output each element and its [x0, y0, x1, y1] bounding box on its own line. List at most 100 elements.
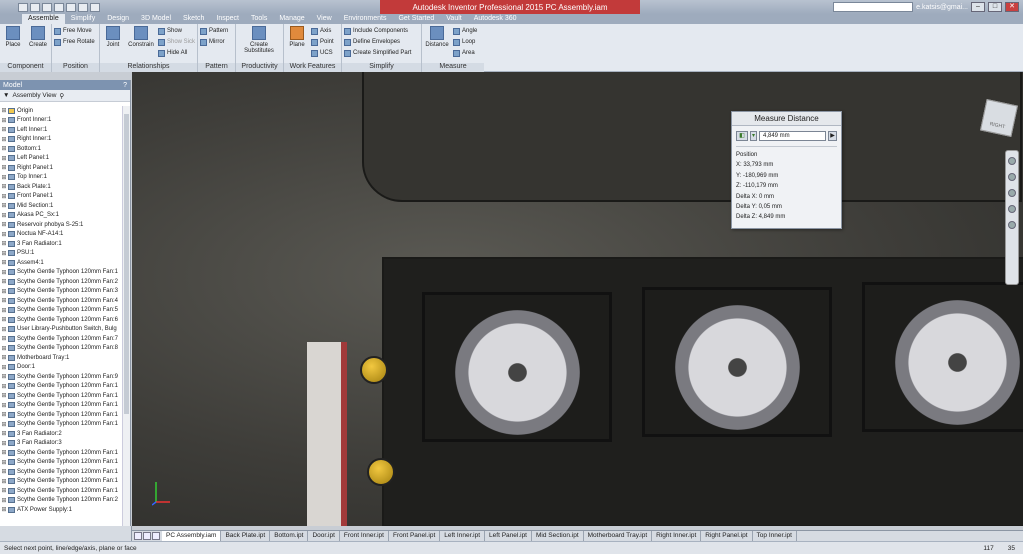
expand-icon[interactable]: ⊞	[0, 269, 8, 276]
tree-item[interactable]: ⊞ Scythe Gentle Typhoon 120mm Fan:1	[0, 268, 122, 278]
save-icon[interactable]	[42, 2, 52, 12]
new-icon[interactable]	[18, 2, 28, 12]
steering-wheel-icon[interactable]	[1008, 157, 1016, 165]
document-tab[interactable]: Left Inner.ipt	[440, 531, 486, 541]
mirror-button[interactable]: Mirror	[200, 37, 228, 47]
tab-get-started[interactable]: Get Started	[392, 14, 440, 24]
tree-item[interactable]: ⊞ Scythe Gentle Typhoon 120mm Fan:5	[0, 306, 122, 316]
tree-item[interactable]: ⊞ Scythe Gentle Typhoon 120mm Fan:1	[0, 410, 122, 420]
document-tab[interactable]: Top Inner.ipt	[753, 531, 797, 541]
expand-icon[interactable]: ⊞	[0, 392, 8, 399]
zoom-icon[interactable]	[1008, 189, 1016, 197]
expand-icon[interactable]: ⊞	[0, 259, 8, 266]
select-icon[interactable]	[90, 2, 100, 12]
tab-3d-model[interactable]: 3D Model	[135, 14, 177, 24]
expand-icon[interactable]: ⊞	[0, 354, 8, 361]
expand-icon[interactable]: ⊞	[0, 440, 8, 447]
tab-simplify[interactable]: Simplify	[65, 14, 102, 24]
expand-icon[interactable]: ⊞	[0, 107, 8, 114]
tree-item[interactable]: ⊞ Scythe Gentle Typhoon 120mm Fan:1	[0, 401, 122, 411]
tree-item[interactable]: ⊞ Scythe Gentle Typhoon 120mm Fan:1	[0, 420, 122, 430]
expand-icon[interactable]: ⊞	[0, 402, 8, 409]
expand-icon[interactable]: ⊞	[0, 335, 8, 342]
document-tab[interactable]: Door.ipt	[308, 531, 340, 541]
look-at-icon[interactable]	[1008, 221, 1016, 229]
expand-icon[interactable]: ⊞	[0, 183, 8, 190]
tree-item[interactable]: ⊞ Front Inner:1	[0, 116, 122, 126]
tree-item[interactable]: ⊞ User Library-Pushbutton Switch, Bulg	[0, 325, 122, 335]
area-button[interactable]: Area	[453, 48, 477, 58]
document-tab[interactable]: Back Plate.ipt	[221, 531, 271, 541]
tree-item[interactable]: ⊞ 3 Fan Radiator:3	[0, 439, 122, 449]
expand-icon[interactable]: ⊞	[0, 468, 8, 475]
minimize-button[interactable]: –	[971, 2, 985, 12]
close-button[interactable]: ✕	[1005, 2, 1019, 12]
tree-item[interactable]: ⊞ Right Panel:1	[0, 163, 122, 173]
chevron-down-icon[interactable]: ▾	[750, 131, 757, 141]
expand-icon[interactable]: ⊞	[0, 278, 8, 285]
expand-icon[interactable]: ⊞	[0, 307, 8, 314]
tree-item[interactable]: ⊞ Scythe Gentle Typhoon 120mm Fan:1	[0, 467, 122, 477]
tab-autodesk-360[interactable]: Autodesk 360	[468, 14, 523, 24]
tree-item[interactable]: ⊞ Scythe Gentle Typhoon 120mm Fan:7	[0, 334, 122, 344]
expand-icon[interactable]: ⊞	[0, 316, 8, 323]
tree-item[interactable]: ⊞ Front Panel:1	[0, 192, 122, 202]
select-mode-icon[interactable]: ◧	[736, 131, 748, 141]
tab-sketch[interactable]: Sketch	[177, 14, 210, 24]
tree-item[interactable]: ⊞ ATX Power Supply:1	[0, 505, 122, 515]
tree-item[interactable]: ⊞ Left Panel:1	[0, 154, 122, 164]
loop-button[interactable]: Loop	[453, 37, 477, 47]
tree-item[interactable]: ⊞ Bottom:1	[0, 144, 122, 154]
tab-vault[interactable]: Vault	[440, 14, 467, 24]
tree-item[interactable]: ⊞ Scythe Gentle Typhoon 120mm Fan:1	[0, 382, 122, 392]
tree-item[interactable]: ⊞ PSU:1	[0, 249, 122, 259]
document-tab[interactable]: Front Inner.ipt	[340, 531, 389, 541]
view-cube[interactable]: RIGHT	[980, 99, 1018, 137]
expand-icon[interactable]: ⊞	[0, 126, 8, 133]
assembly-view-dropdown[interactable]: Assembly View	[12, 92, 56, 99]
expand-icon[interactable]: ⊞	[0, 288, 8, 295]
pattern-button[interactable]: Pattern	[200, 26, 228, 36]
expand-icon[interactable]: ⊞	[0, 202, 8, 209]
tree-item[interactable]: ⊞ Mid Section:1	[0, 201, 122, 211]
tree-item[interactable]: ⊞ Reservoir phobya S-25:1	[0, 220, 122, 230]
tree-item[interactable]: ⊞ Scythe Gentle Typhoon 120mm Fan:1	[0, 458, 122, 468]
show-button[interactable]: Show	[158, 26, 195, 36]
tree-item[interactable]: ⊞ 3 Fan Radiator:2	[0, 429, 122, 439]
document-tab[interactable]: Mid Section.ipt	[532, 531, 584, 541]
expand-icon[interactable]: ⊞	[0, 145, 8, 152]
expand-icon[interactable]: ⊞	[0, 250, 8, 257]
expand-icon[interactable]: ⊞	[0, 297, 8, 304]
expand-icon[interactable]: ⊞	[0, 174, 8, 181]
list-icon[interactable]	[152, 532, 160, 540]
tree-item[interactable]: ⊞ Scythe Gentle Typhoon 120mm Fan:1	[0, 477, 122, 487]
orbit-icon[interactable]	[1008, 205, 1016, 213]
document-tab[interactable]: Front Panel.ipt	[389, 531, 441, 541]
expand-icon[interactable]: ⊞	[0, 383, 8, 390]
redo-icon[interactable]	[66, 2, 76, 12]
tree-item[interactable]: ⊞ Top Inner:1	[0, 173, 122, 183]
tree-item[interactable]: ⊞ Door:1	[0, 363, 122, 373]
expand-icon[interactable]: ⊞	[0, 430, 8, 437]
expand-icon[interactable]: ⊞	[0, 136, 8, 143]
expand-icon[interactable]: ⊞	[0, 117, 8, 124]
pan-icon[interactable]	[1008, 173, 1016, 181]
expand-icon[interactable]: ⊞	[0, 373, 8, 380]
expand-icon[interactable]: ⊞	[0, 155, 8, 162]
tree-item[interactable]: ⊞ Akasa PC_Sx:1	[0, 211, 122, 221]
tree-item[interactable]: ⊞ Scythe Gentle Typhoon 120mm Fan:3	[0, 287, 122, 297]
search-input[interactable]	[833, 2, 914, 12]
tab-assemble[interactable]: Assemble	[22, 14, 65, 24]
filter-icon[interactable]: ▼	[3, 92, 9, 99]
tree-item[interactable]: ⊞ Scythe Gentle Typhoon 120mm Fan:2	[0, 277, 122, 287]
tree-item[interactable]: ⊞ Scythe Gentle Typhoon 120mm Fan:2	[0, 496, 122, 506]
expand-icon[interactable]: ⊞	[0, 212, 8, 219]
tree-item[interactable]: ⊞ Scythe Gentle Typhoon 120mm Fan:1	[0, 391, 122, 401]
show-sick-button[interactable]: Show Sick	[158, 37, 195, 47]
graphics-viewport[interactable]: RIGHT	[132, 72, 1023, 526]
tab-design[interactable]: Design	[101, 14, 135, 24]
document-tab[interactable]: Left Panel.ipt	[485, 531, 532, 541]
expand-icon[interactable]: ⊞	[0, 326, 8, 333]
ucs-button[interactable]: UCS	[311, 48, 334, 58]
expand-button[interactable]: ▶	[828, 131, 837, 141]
